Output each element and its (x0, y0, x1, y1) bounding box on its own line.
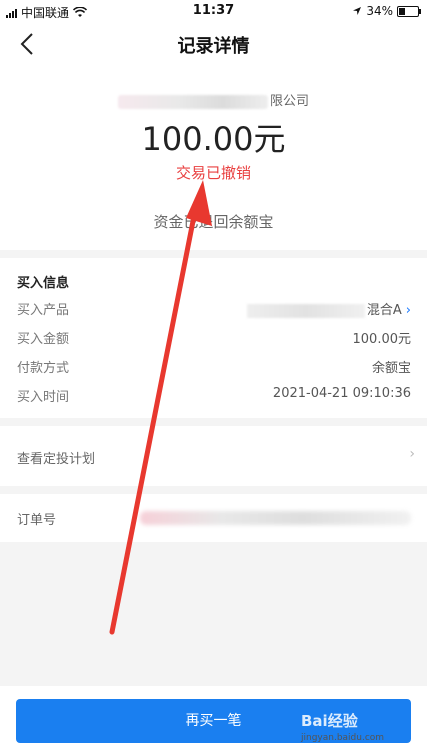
location-icon (353, 7, 362, 15)
watermark-text: Bai经验 (301, 712, 358, 730)
row-label: 付款方式 (17, 361, 70, 376)
chevron-right-icon: › (405, 303, 411, 318)
battery-percent: 34% (366, 4, 393, 18)
baidu-watermark: Bai经验 jingyan.baidu.com (301, 710, 419, 750)
purchase-info-section: 买入信息 买入产品 混合A › 买入金额 100.00元 付款方式 余额宝 买入时… (0, 258, 427, 418)
view-plan-row[interactable]: 查看定投计划 › (0, 426, 427, 486)
row-value: 2021-04-21 09:10:36 (272, 386, 411, 401)
footer-bar: 再买一笔 Bai经验 jingyan.baidu.com (0, 686, 427, 756)
refund-note: 资金已退回余额宝 (153, 213, 274, 231)
transaction-summary: 限公司 100.00元 交易已撤销 资金已退回余额宝 (0, 66, 427, 250)
company-suffix: 限公司 (269, 94, 309, 109)
transaction-status: 交易已撤销 (175, 164, 251, 182)
product-suffix: 混合A (366, 303, 402, 318)
row-payment: 付款方式 余额宝 (17, 357, 411, 379)
redacted-product-name (246, 303, 365, 318)
fund-company: 限公司 (0, 90, 427, 109)
redacted-company-name (117, 94, 268, 109)
page-title: 记录详情 (177, 36, 250, 57)
view-plan-label: 查看定投计划 (17, 452, 96, 467)
section-title: 买入信息 (17, 276, 70, 291)
order-number-row: 订单号 (0, 494, 427, 542)
row-label: 买入金额 (17, 332, 70, 347)
redacted-order-number (140, 511, 411, 525)
status-right: 34% (352, 4, 421, 18)
row-label: 买入时间 (17, 390, 70, 405)
row-label: 买入产品 (17, 303, 70, 318)
transaction-amount: 100.00元 (141, 120, 286, 158)
chevron-right-icon: › (409, 446, 415, 462)
battery-icon (397, 5, 421, 17)
nav-bar: 记录详情 (0, 22, 427, 66)
row-amount: 买入金额 100.00元 (17, 328, 411, 350)
row-value: 100.00元 (352, 332, 412, 347)
status-bar: 中国联通 11:37 34% (0, 0, 427, 22)
order-label: 订单号 (17, 513, 57, 528)
row-value: 混合A › (246, 299, 411, 318)
row-time: 买入时间 2021-04-21 09:10:36 (17, 386, 411, 408)
watermark-url: jingyan.baidu.com (301, 733, 385, 743)
row-product[interactable]: 买入产品 混合A › (17, 299, 411, 321)
row-value: 余额宝 (371, 361, 411, 376)
